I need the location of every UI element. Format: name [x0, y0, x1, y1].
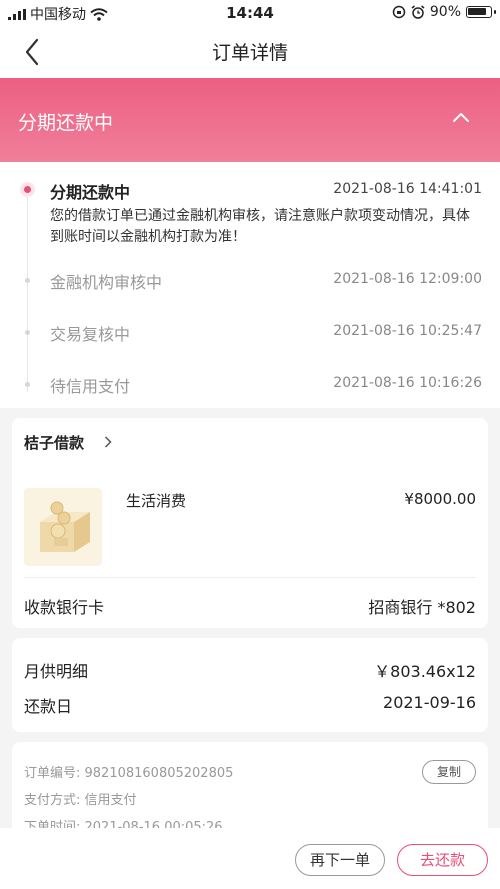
- timeline-step-title: 交易复核中: [50, 325, 131, 344]
- monthly-payment-value: ￥803.46x12: [374, 662, 476, 681]
- bank-card-value: 招商银行 *802: [368, 598, 476, 617]
- timeline-step-time: 2021-08-16 12:09:00: [333, 271, 482, 287]
- status-banner[interactable]: 分期还款中: [0, 78, 500, 162]
- loan-card: 桔子借款 生活消费 ¥8000.00 收款银行卡 招商银行 *802: [12, 418, 488, 628]
- timeline-active-time: 2021-08-16 14:41:01: [333, 181, 482, 197]
- repayment-card: 月供明细 ￥803.46x12 还款日 2021-09-16: [12, 638, 488, 732]
- monthly-payment-label: 月供明细: [24, 662, 89, 681]
- order-info-card: 订单编号: 982108160805202805 复制 支付方式: 信用支付 下…: [12, 742, 488, 842]
- timeline-line: [27, 192, 28, 392]
- timeline-step-time: 2021-08-16 10:25:47: [333, 323, 482, 339]
- chevron-right-icon[interactable]: [104, 436, 112, 448]
- battery-icon: [466, 6, 496, 18]
- timeline-step-time: 2021-08-16 10:16:26: [333, 375, 482, 391]
- status-bar: 中国移动 14:44 90%: [0, 0, 500, 26]
- coin-box-icon: [40, 501, 90, 552]
- timeline-dot: [25, 382, 30, 387]
- repay-button[interactable]: 去还款: [397, 844, 488, 876]
- timeline-active-title: 分期还款中: [50, 183, 131, 202]
- divider: [24, 577, 476, 578]
- due-date-label: 还款日: [24, 697, 73, 716]
- bottom-action-bar: 再下一单 去还款: [0, 828, 500, 889]
- progress-timeline: 分期还款中 2021-08-16 14:41:01 您的借款订单已通过金融机构审…: [0, 162, 500, 408]
- timeline-step-title: 待信用支付: [50, 377, 131, 396]
- due-date-value: 2021-09-16: [383, 693, 476, 712]
- timeline-dot: [25, 278, 30, 283]
- merchant-name[interactable]: 桔子借款: [24, 432, 84, 453]
- status-right: 90%: [392, 4, 496, 20]
- payment-method: 支付方式: 信用支付: [24, 793, 137, 808]
- nav-bar: 订单详情: [0, 26, 500, 78]
- alarm-icon: [411, 5, 425, 19]
- order-number: 订单编号: 982108160805202805: [24, 766, 234, 781]
- rotation-lock-icon: [392, 5, 406, 19]
- product-name: 生活消费: [126, 492, 187, 510]
- reorder-button[interactable]: 再下一单: [295, 844, 385, 876]
- page-title: 订单详情: [211, 42, 288, 64]
- product-image: [24, 488, 102, 566]
- timeline-dot-active: [20, 182, 35, 197]
- battery-percent: 90%: [429, 4, 461, 20]
- banner-title: 分期还款中: [18, 112, 114, 134]
- product-price: ¥8000.00: [404, 490, 476, 508]
- copy-button[interactable]: 复制: [422, 760, 476, 784]
- bank-card-label: 收款银行卡: [24, 598, 105, 617]
- timeline-step-title: 金融机构审核中: [50, 273, 163, 292]
- chevron-up-icon[interactable]: [452, 110, 470, 124]
- timeline-active-desc: 您的借款订单已通过金融机构审核，请注意账户款项变动情况，具体到账时间以金融机构打…: [50, 208, 470, 245]
- timeline-dot: [25, 330, 30, 335]
